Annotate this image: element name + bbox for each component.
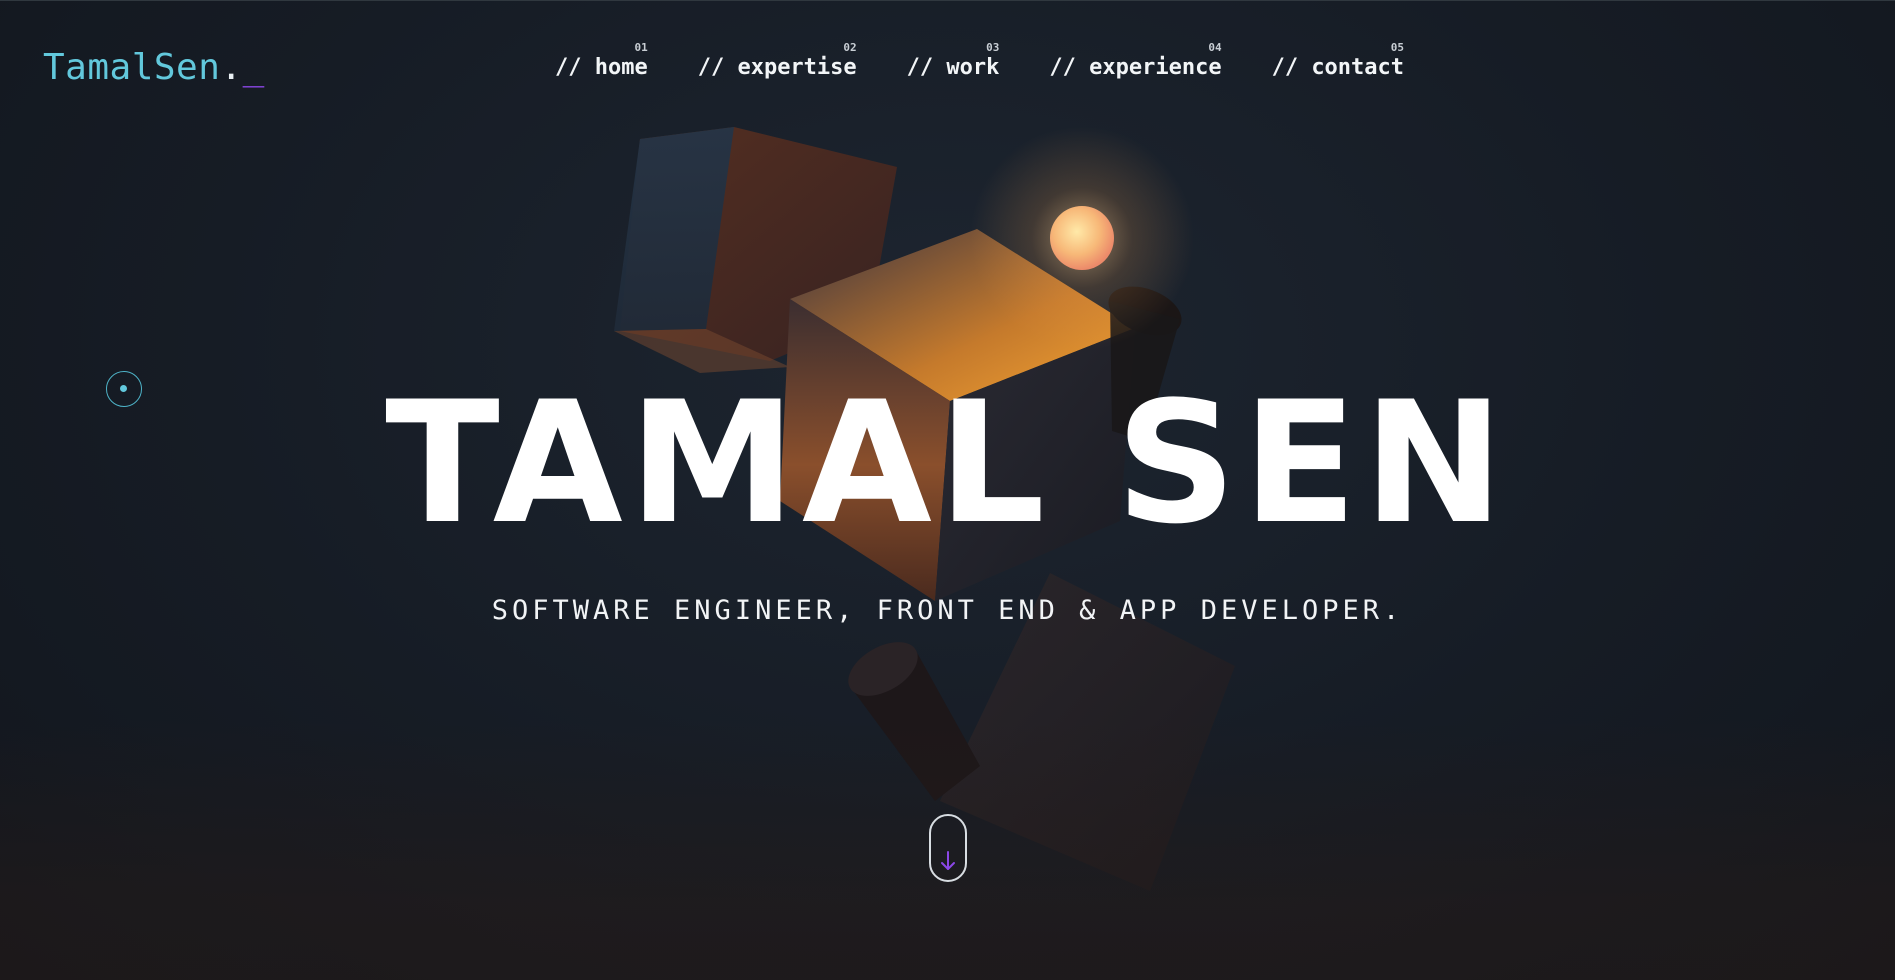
nav-item-work[interactable]: 03 // work [907, 41, 1000, 80]
page: TamalSen._ 01 // home 02 // expertise 03… [0, 0, 1895, 980]
nav-item-label: // home [555, 55, 648, 80]
logo-cursor: _ [242, 47, 265, 88]
nav-item-number: 01 [634, 41, 648, 54]
site-logo[interactable]: TamalSen._ [43, 47, 265, 88]
hero-subtitle: SOFTWARE ENGINEER, FRONT END & APP DEVEL… [491, 595, 1404, 626]
nav-item-number: 02 [843, 41, 857, 54]
main-nav: 01 // home 02 // expertise 03 // work 04… [555, 41, 1404, 80]
nav-item-label: // expertise [697, 55, 857, 80]
nav-item-home[interactable]: 01 // home [555, 41, 648, 80]
nav-item-contact[interactable]: 05 // contact [1272, 41, 1404, 80]
hero-title: TAMAL SEN [385, 365, 1510, 561]
nav-item-label: // work [906, 55, 1000, 80]
logo-dot: . [220, 47, 243, 88]
nav-item-number: 04 [1208, 41, 1222, 54]
scroll-down-button[interactable] [929, 814, 967, 882]
nav-item-expertise[interactable]: 02 // expertise [698, 41, 857, 80]
nav-item-label: // contact [1271, 55, 1405, 80]
nav-item-number: 05 [1390, 41, 1405, 54]
nav-item-label: // experience [1049, 55, 1222, 80]
nav-item-number: 03 [986, 41, 1000, 54]
nav-item-experience[interactable]: 04 // experience [1049, 41, 1221, 80]
logo-name: TamalSen [43, 47, 221, 88]
arrow-down-icon [941, 851, 955, 870]
